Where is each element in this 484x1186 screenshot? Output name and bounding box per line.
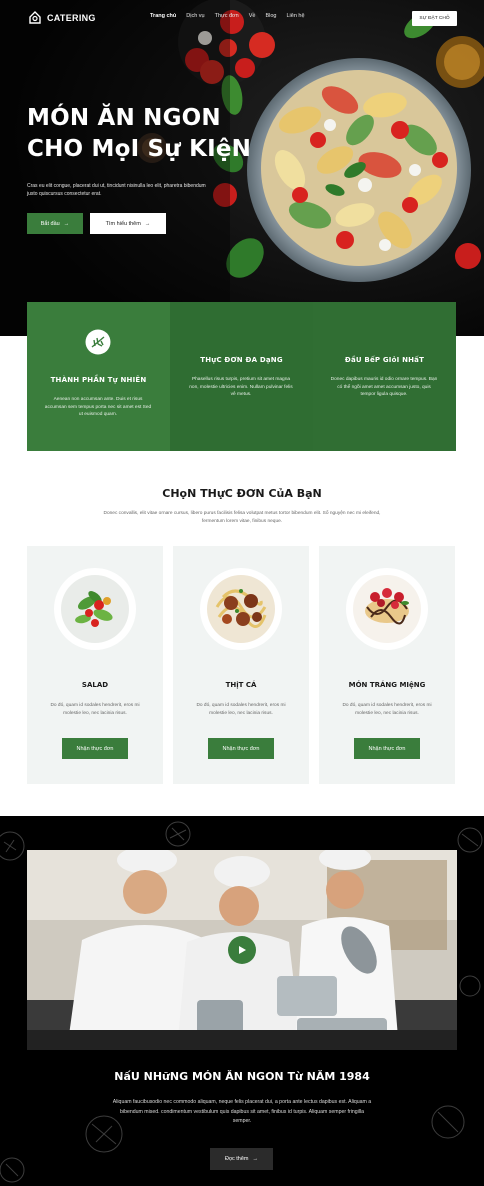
hero-food-image [0, 0, 484, 336]
salad-plate-image [54, 568, 136, 650]
chef-hat-icon [29, 11, 41, 24]
top-navigation: CATERING Trang chủ Dịch vụ Thực đơn Về B… [0, 0, 484, 36]
menu-card-dessert: MÓN TRÁNG MIệNG Do đó, quam id sodales h… [319, 546, 455, 784]
nav-item-about[interactable]: Về [249, 13, 256, 19]
dessert-plate-image [346, 568, 428, 650]
feature-diverse-menu: THựC ĐƠN ĐA DạNG Phasellus risus turpis,… [170, 302, 313, 451]
hero-description: Cras eu elit congue, placerat dui ut, ti… [27, 183, 206, 197]
feature-title: THựC ĐƠN ĐA DạNG [200, 356, 283, 364]
meatball-plate-image [200, 568, 282, 650]
menu-cards: SALAD Do đó, quam id sodales hendrerit, … [27, 546, 457, 784]
card-title: MÓN TRÁNG MIệNG [348, 681, 426, 689]
nav-item-blog[interactable]: Blog [265, 13, 276, 19]
hero-title-line2: CHO MọI Sự KIệN [27, 136, 252, 162]
get-menu-button[interactable]: Nhận thực đơn [62, 738, 128, 759]
card-title: THịT CÁ [225, 681, 257, 689]
play-button[interactable] [228, 936, 256, 964]
menu-section-title: CHọN THựC ĐƠN CủA BạN [162, 487, 322, 500]
get-menu-button[interactable]: Nhận thực đơn [208, 738, 274, 759]
nav-item-menu[interactable]: Thực đơn [215, 13, 239, 19]
card-text: Do đó, quam id sodales hendrerit, eros m… [50, 703, 140, 716]
feature-text: Aenean non accumsan ante. Duis et risus … [44, 397, 152, 417]
read-more-label: Đọc thêm [224, 1156, 249, 1162]
nav-item-services[interactable]: Dịch vụ [186, 13, 204, 19]
arrow-right-icon: → [252, 1156, 259, 1162]
reservation-button[interactable]: SỰ ĐẶT CHỖ [412, 11, 457, 26]
get-started-button[interactable]: Bắt đầu → [27, 213, 83, 234]
hero-section: CATERING Trang chủ Dịch vụ Thực đơn Về B… [0, 0, 484, 336]
feature-natural-ingredients: THÀNH PHẦN Tự NHIÊN Aenean non accumsan … [27, 302, 170, 451]
card-text: Do đó, quam id sodales hendrerit, eros m… [342, 703, 432, 716]
menu-section-description: Donec convallis, elit vitae ornare cursu… [103, 511, 381, 524]
arrow-right-icon: → [63, 220, 70, 227]
card-text: Do đó, quam id sodales hendrerit, eros m… [196, 703, 286, 716]
feature-text: Phasellus risus turpis, pretium sit amet… [189, 377, 293, 397]
video-section-title: NấU NHữNG MÓN ĂN NGON Từ NĂM 1984 [114, 1070, 370, 1083]
feature-title: THÀNH PHẦN Tự NHIÊN [50, 376, 147, 384]
get-menu-button[interactable]: Nhận thực đơn [354, 738, 420, 759]
feature-title: ĐầU BếP GIỏI NHấT [344, 356, 425, 364]
menu-card-salad: SALAD Do đó, quam id sodales hendrerit, … [27, 546, 163, 784]
features-strip: THÀNH PHẦN Tự NHIÊN Aenean non accumsan … [27, 302, 456, 451]
nav-item-home[interactable]: Trang chủ [150, 13, 176, 19]
video-section: NấU NHữNG MÓN ĂN NGON Từ NĂM 1984 Aliqua… [0, 816, 484, 1186]
brand-name: CATERING [47, 12, 96, 23]
nav-item-contact[interactable]: Liên hệ [286, 13, 304, 19]
learn-more-label: Tìm hiểu thêm [105, 220, 141, 227]
hero-title-line1: MÓN ĂN NGON [27, 105, 221, 131]
video-player[interactable] [27, 850, 457, 1050]
video-section-description: Aliquam faucibusodio nec commodo aliquam… [112, 1099, 372, 1125]
get-started-label: Bắt đầu [40, 220, 60, 227]
hero-title: MÓN ĂN NGON CHO MọI Sự KIệN [27, 103, 251, 165]
card-title: SALAD [81, 681, 109, 689]
arrow-right-icon: → [144, 220, 151, 227]
read-more-button[interactable]: Đọc thêm → [210, 1148, 273, 1170]
leaf-badge-icon [85, 329, 111, 355]
feature-text: Donec dapibus mauris id odio ornare temp… [330, 377, 438, 397]
feature-best-chefs: ĐầU BếP GIỏI NHấT Donec dapibus mauris i… [313, 302, 456, 451]
main-menu: Trang chủ Dịch vụ Thực đơn Về Blog Liên … [150, 13, 305, 19]
brand-logo[interactable]: CATERING [28, 11, 96, 24]
learn-more-button[interactable]: Tìm hiểu thêm → [90, 213, 166, 234]
play-icon [239, 946, 246, 954]
menu-card-meat-fish: THịT CÁ Do đó, quam id sodales hendrerit… [173, 546, 309, 784]
